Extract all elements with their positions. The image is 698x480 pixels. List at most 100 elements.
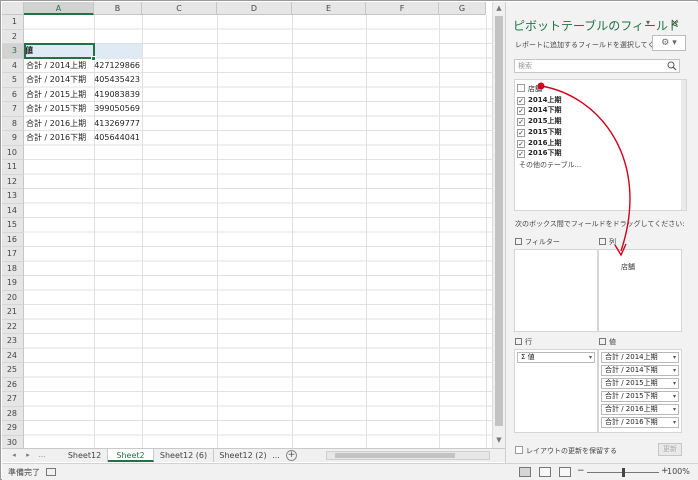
cell-row-value[interactable]: 427129866: [94, 59, 141, 74]
value-field-pill[interactable]: 合計 / 2016上期 ▾: [601, 404, 679, 415]
row-header[interactable]: 1: [2, 15, 24, 30]
value-field-pill[interactable]: 合計 / 2014上期 ▾: [601, 352, 679, 363]
cell-row-label[interactable]: 合計 / 2015下期: [26, 102, 94, 117]
field-checkbox[interactable]: ✓: [517, 107, 525, 116]
more-tables-link[interactable]: その他のテーブル...: [519, 160, 581, 170]
page-break-view-icon[interactable]: [559, 467, 571, 477]
update-button[interactable]: 更新: [658, 443, 682, 456]
tab-nav-prev-icon[interactable]: ◂: [8, 449, 20, 462]
tab-nav-next-icon[interactable]: ▸: [22, 449, 34, 462]
pane-options-icon[interactable]: ▾: [646, 18, 650, 27]
cell-row-value[interactable]: 413269777: [94, 117, 141, 132]
row-header[interactable]: 10: [2, 145, 24, 160]
column-header-d[interactable]: D: [217, 2, 292, 15]
row-header[interactable]: 18: [2, 261, 24, 276]
cell-row-value[interactable]: 405644041: [94, 131, 141, 146]
vertical-scrollbar[interactable]: ▲ ▼: [492, 2, 505, 448]
select-all-corner[interactable]: [2, 2, 24, 15]
row-header[interactable]: 8: [2, 116, 24, 131]
row-header[interactable]: 14: [2, 203, 24, 218]
zoom-slider-knob[interactable]: [622, 468, 625, 477]
page-layout-view-icon[interactable]: [539, 467, 551, 477]
row-header[interactable]: 17: [2, 247, 24, 262]
field-item[interactable]: 店舗: [517, 84, 542, 95]
row-header[interactable]: 6: [2, 87, 24, 102]
row-header[interactable]: 15: [2, 218, 24, 233]
field-list[interactable]: 店舗 ✓ 2014上期 ✓ 2014下期 ✓ 2015上期 ✓ 2015下期 ✓ 2016上期 ✓ 20…: [514, 79, 687, 211]
field-item[interactable]: ✓ 2015上期: [517, 116, 561, 127]
zoom-out-icon[interactable]: −: [577, 466, 585, 476]
field-item[interactable]: ✓ 2014上期: [517, 95, 561, 106]
chevron-down-icon[interactable]: ▾: [673, 418, 676, 427]
tab-sheet12[interactable]: Sheet12: [62, 449, 108, 462]
tab-nav-more[interactable]: ...: [35, 449, 49, 462]
row-header[interactable]: 21: [2, 305, 24, 320]
field-checkbox[interactable]: ✓: [517, 96, 525, 105]
field-checkbox[interactable]: ✓: [517, 118, 525, 127]
row-header[interactable]: 16: [2, 232, 24, 247]
row-header[interactable]: 5: [2, 73, 24, 88]
add-sheet-icon[interactable]: +: [286, 450, 297, 461]
column-header-a[interactable]: A: [24, 2, 94, 15]
field-item[interactable]: ✓ 2015下期: [517, 127, 561, 138]
row-header[interactable]: 13: [2, 189, 24, 204]
row-header[interactable]: 9: [2, 131, 24, 146]
cell-row-label[interactable]: 合計 / 2014下期: [26, 73, 94, 88]
field-item[interactable]: ✓ 2016上期: [517, 138, 561, 149]
tab-sheet12-2[interactable]: Sheet12 (2): [214, 449, 272, 462]
cell-row-value[interactable]: 419083839: [94, 88, 141, 103]
search-icon[interactable]: [667, 61, 677, 71]
value-field-pill[interactable]: 合計 / 2016下期 ▾: [601, 417, 679, 428]
tab-sheet12-6[interactable]: Sheet12 (6): [154, 449, 214, 462]
field-item[interactable]: ✓ 2014下期: [517, 105, 561, 116]
field-checkbox[interactable]: ✓: [517, 128, 525, 137]
row-header[interactable]: 24: [2, 348, 24, 363]
column-header-g[interactable]: G: [439, 2, 486, 15]
scroll-thumb[interactable]: [495, 16, 503, 426]
field-checkbox[interactable]: [517, 84, 525, 92]
row-header[interactable]: 11: [2, 160, 24, 175]
gear-icon[interactable]: ⚙ ▾: [652, 35, 686, 51]
macro-record-icon[interactable]: [46, 468, 56, 476]
row-header[interactable]: 23: [2, 334, 24, 349]
row-header[interactable]: 7: [2, 102, 24, 117]
normal-view-icon[interactable]: [519, 467, 531, 477]
rows-zone[interactable]: 行 Σ 値 ▾: [514, 338, 598, 433]
chevron-down-icon[interactable]: ▾: [673, 405, 676, 414]
value-field-pill[interactable]: 合計 / 2014下期 ▾: [601, 365, 679, 376]
chevron-down-icon[interactable]: ▾: [673, 366, 676, 375]
row-header[interactable]: 29: [2, 421, 24, 436]
row-header[interactable]: 4: [2, 58, 24, 73]
row-field-pill[interactable]: Σ 値 ▾: [517, 352, 595, 363]
chevron-down-icon[interactable]: ▾: [589, 353, 592, 362]
column-header-e[interactable]: E: [292, 2, 366, 15]
row-header[interactable]: 30: [2, 435, 24, 448]
row-header[interactable]: 20: [2, 290, 24, 305]
cell-row-label[interactable]: 合計 / 2014上期: [26, 59, 94, 74]
row-header[interactable]: 19: [2, 276, 24, 291]
row-header[interactable]: 3: [2, 44, 24, 59]
chevron-down-icon[interactable]: ▾: [673, 379, 676, 388]
column-header-b[interactable]: B: [94, 2, 142, 15]
row-header[interactable]: 25: [2, 363, 24, 378]
cell-row-label[interactable]: 合計 / 2015上期: [26, 88, 94, 103]
field-checkbox[interactable]: ✓: [517, 139, 525, 148]
row-header[interactable]: 27: [2, 392, 24, 407]
scroll-up-icon[interactable]: ▲: [493, 2, 505, 14]
tab-sheet2[interactable]: Sheet2: [108, 449, 154, 462]
worksheet-grid[interactable]: A B C D E F G 1 2 3 4 5 6 7 8 9 10 11 12 13 14 15 16 17 1…: [2, 2, 492, 448]
filter-zone[interactable]: フィルター: [514, 238, 598, 332]
scroll-down-icon[interactable]: ▼: [493, 434, 505, 446]
field-item[interactable]: ✓ 2016下期: [517, 148, 561, 159]
chevron-down-icon[interactable]: ▾: [673, 353, 676, 362]
value-field-pill[interactable]: 合計 / 2015上期 ▾: [601, 378, 679, 389]
column-header-f[interactable]: F: [366, 2, 439, 15]
cell-row-label[interactable]: 合計 / 2016下期: [26, 131, 94, 146]
pane-close-icon[interactable]: ×: [670, 16, 679, 29]
row-header[interactable]: 28: [2, 406, 24, 421]
defer-checkbox-box[interactable]: [515, 446, 523, 454]
row-header[interactable]: 2: [2, 29, 24, 44]
cell-row-value[interactable]: 399050569: [94, 102, 141, 117]
horizontal-scroll-thumb[interactable]: [335, 453, 455, 458]
column-header-c[interactable]: C: [142, 2, 217, 15]
